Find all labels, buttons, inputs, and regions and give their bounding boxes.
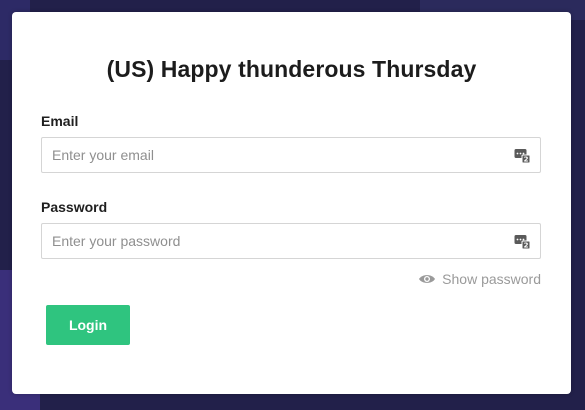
show-password-toggle[interactable]: Show password (418, 270, 541, 288)
email-label: Email (41, 113, 79, 129)
email-input[interactable] (42, 138, 502, 172)
eye-icon (419, 275, 436, 283)
password-label: Password (41, 199, 108, 215)
show-password-label: Show password (442, 271, 541, 287)
svg-text:2: 2 (524, 156, 529, 163)
svg-text:2: 2 (524, 242, 529, 249)
login-card: (US) Happy thunderous Thursday Email 2 P… (12, 12, 571, 394)
password-manager-icon[interactable]: 2 (514, 147, 530, 163)
password-field-wrapper: 2 (41, 223, 541, 259)
page-title: (US) Happy thunderous Thursday (106, 56, 477, 82)
email-field-wrapper: 2 (41, 137, 541, 173)
login-button[interactable]: Login (46, 305, 130, 345)
password-manager-icon[interactable]: 2 (514, 233, 530, 249)
password-input[interactable] (42, 224, 502, 258)
